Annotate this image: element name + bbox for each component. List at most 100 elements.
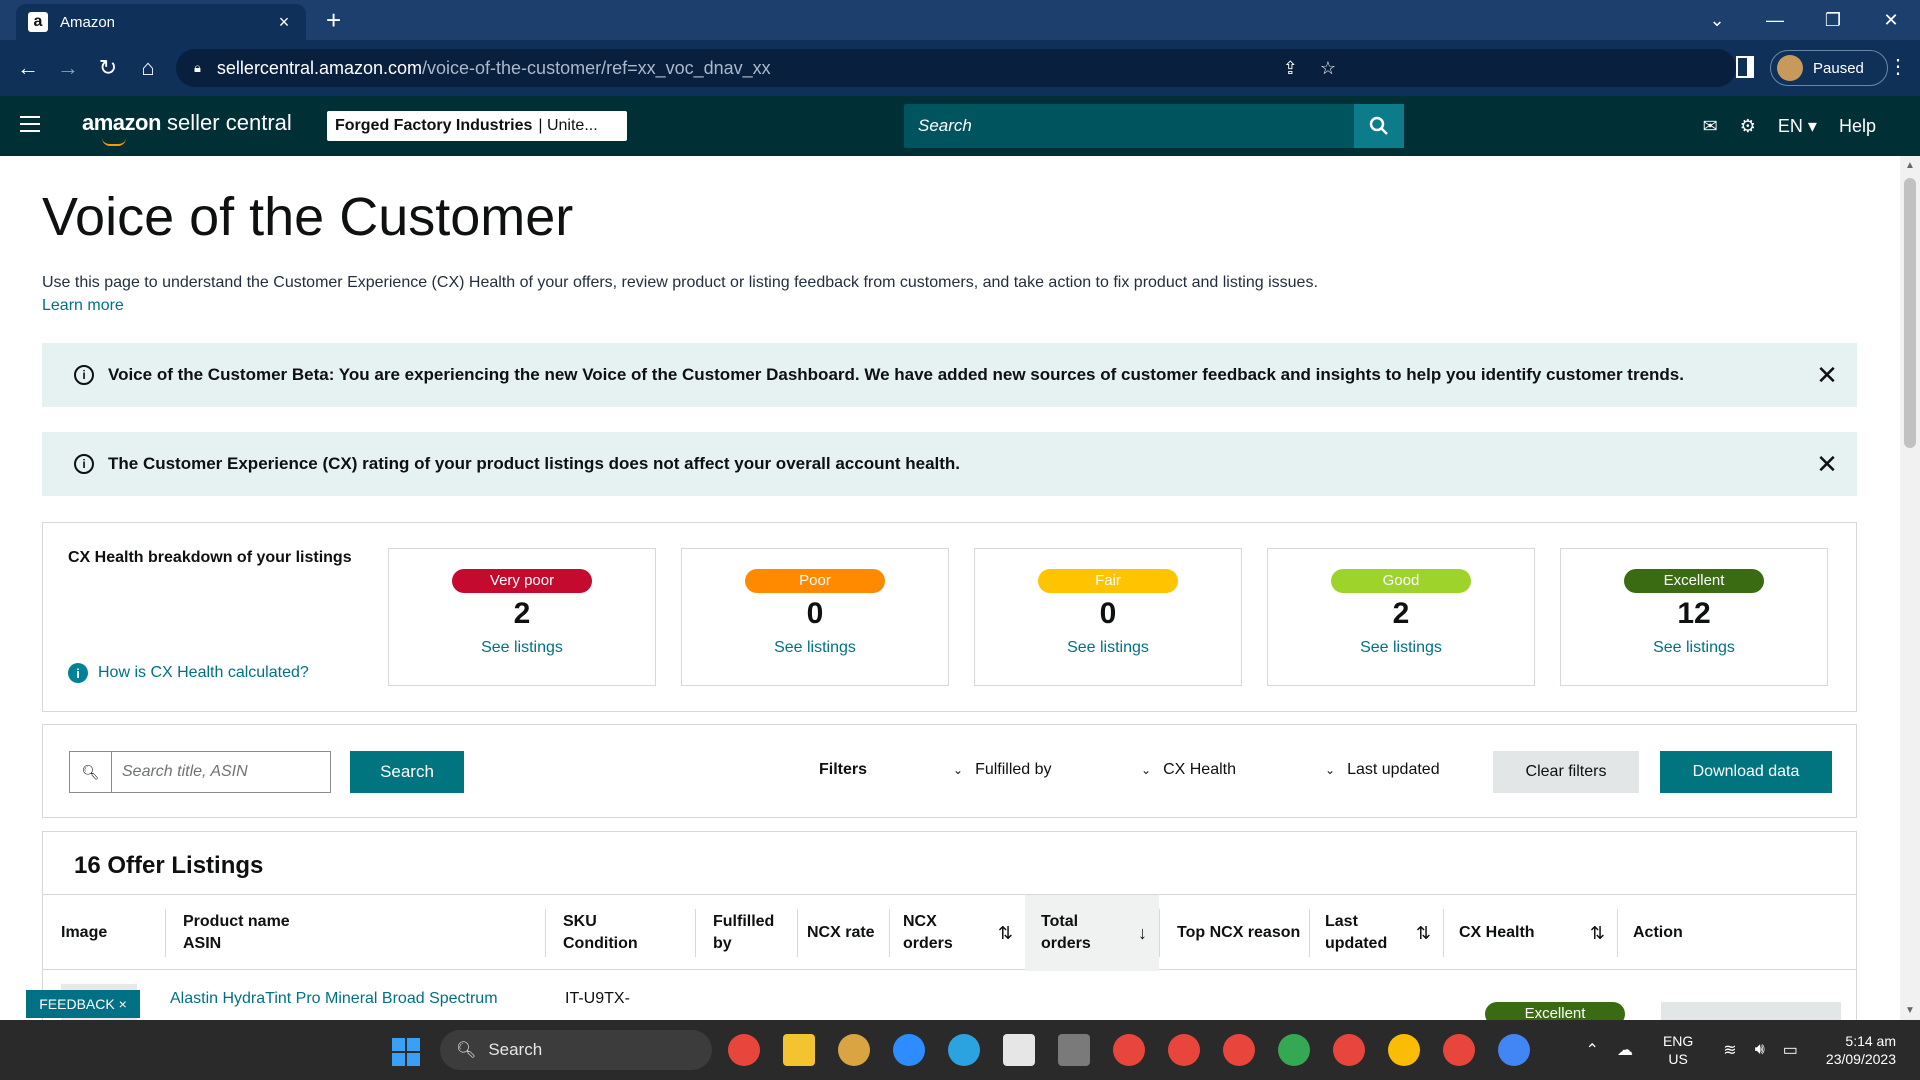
info-icon: i — [68, 663, 88, 683]
app-icon[interactable] — [838, 1034, 870, 1066]
chrome-profile-icon[interactable] — [1388, 1034, 1420, 1066]
help-link[interactable]: Help — [1839, 116, 1876, 137]
cx-bucket-poor: Poor 0 See listings — [681, 548, 949, 686]
search-icon — [1369, 116, 1388, 135]
chrome-profile-icon[interactable] — [1223, 1034, 1255, 1066]
feedback-button[interactable]: FEEDBACK × — [26, 990, 140, 1018]
windows-start-icon[interactable] — [392, 1038, 420, 1066]
column-divider — [1443, 909, 1444, 957]
scrollbar-thumb[interactable] — [1904, 178, 1916, 448]
gear-icon[interactable]: ⚙ — [1740, 116, 1756, 137]
cx-count: 2 — [513, 597, 531, 630]
close-beta-banner-icon[interactable]: ✕ — [1797, 360, 1857, 391]
chrome-profile-icon[interactable] — [1278, 1034, 1310, 1066]
zoom-icon[interactable] — [893, 1034, 925, 1066]
chrome-profile-icon[interactable] — [1168, 1034, 1200, 1066]
scroll-up-icon[interactable]: ▲ — [1905, 160, 1915, 171]
col-label-line: orders — [903, 935, 953, 952]
col-product: Product name ASIN — [165, 895, 545, 971]
reload-icon[interactable]: ↻ — [94, 54, 122, 82]
wifi-icon[interactable]: ≋ — [1723, 1040, 1736, 1060]
chrome-profile-icon[interactable] — [1498, 1034, 1530, 1066]
see-details-button[interactable] — [1661, 1002, 1841, 1020]
listings-title: 16 Offer Listings — [74, 852, 264, 879]
scroll-down-icon[interactable]: ▼ — [1905, 1005, 1915, 1016]
cx-count: 12 — [1677, 597, 1711, 630]
see-listings-link[interactable]: See listings — [1561, 639, 1827, 657]
col-ncx-orders[interactable]: NCX orders ⇅ — [889, 895, 1025, 971]
col-label: Image — [61, 924, 108, 941]
product-name-link[interactable]: Alastin HydraTint Pro Mineral Broad Spec… — [170, 990, 498, 1008]
minimize-icon[interactable]: — — [1746, 0, 1804, 40]
cx-health-dropdown[interactable]: ⌄ CX Health — [1141, 761, 1236, 779]
calculator-icon[interactable] — [1058, 1034, 1090, 1066]
tab-search-chevron-icon[interactable]: ⌄ — [1688, 0, 1746, 40]
file-explorer-icon[interactable] — [783, 1034, 815, 1066]
seller-central-logo[interactable]: amazon seller central — [82, 110, 292, 146]
listing-search-input[interactable]: Search title, ASIN — [112, 752, 248, 792]
show-hidden-icons-icon[interactable]: ⌃ — [1586, 1040, 1599, 1060]
header-search-input[interactable]: Search — [904, 116, 1354, 136]
url-bar[interactable]: 🔒︎ sellercentral.amazon.com /voice-of-th… — [176, 49, 1736, 87]
language-selector[interactable]: EN ▾ — [1778, 116, 1817, 137]
search-button[interactable]: Search — [350, 751, 464, 793]
chrome-icon[interactable] — [728, 1034, 760, 1066]
battery-icon[interactable]: ▭ — [1783, 1040, 1798, 1060]
onedrive-cloud-icon[interactable]: ☁ — [1617, 1040, 1633, 1060]
input-language[interactable]: ENG US — [1663, 1032, 1693, 1068]
browser-tab[interactable]: a Amazon × — [16, 4, 306, 40]
last-updated-dropdown[interactable]: ⌄ Last updated — [1325, 761, 1440, 779]
bookmark-star-icon[interactable]: ☆ — [1320, 58, 1336, 79]
browser-tab-bar: a Amazon × + ⌄ — ❐ ✕ — [0, 0, 1920, 40]
taskbar-search[interactable]: 🔍︎ Search — [440, 1030, 712, 1070]
profile-button[interactable]: Paused — [1770, 50, 1888, 86]
telegram-icon[interactable] — [948, 1034, 980, 1066]
page-scrollbar[interactable]: ▲ ▼ — [1900, 156, 1920, 1020]
clear-filters-button[interactable]: Clear filters — [1493, 751, 1639, 793]
browser-menu-icon[interactable]: ⋮ — [1888, 54, 1908, 79]
see-listings-link[interactable]: See listings — [1268, 639, 1534, 657]
col-last-updated[interactable]: Last updated ⇅ — [1309, 895, 1443, 971]
close-window-icon[interactable]: ✕ — [1862, 0, 1920, 40]
header-search-button[interactable] — [1354, 104, 1404, 148]
close-tab-icon[interactable]: × — [274, 12, 294, 33]
side-panel-icon[interactable] — [1736, 56, 1754, 78]
forward-icon[interactable]: → — [54, 54, 82, 82]
sort-descending-icon[interactable]: ↓ — [1138, 922, 1147, 944]
offer-listings: 16 Offer Listings Image Product name ASIN… — [42, 831, 1857, 1020]
see-listings-link[interactable]: See listings — [682, 639, 948, 657]
col-cx-health[interactable]: CX Health ⇅ — [1443, 895, 1617, 971]
close-cx-banner-icon[interactable]: ✕ — [1797, 449, 1857, 480]
restore-icon[interactable]: ❐ — [1804, 0, 1862, 40]
clock-date: 23/09/2023 — [1825, 1051, 1896, 1067]
account-name: Forged Factory Industries — [335, 117, 533, 134]
chevron-down-icon: ⌄ — [953, 763, 964, 777]
listing-search-field[interactable]: 🔍︎ Search title, ASIN — [69, 751, 331, 793]
snipping-tool-icon[interactable] — [1003, 1034, 1035, 1066]
mail-icon[interactable]: ✉ — [1703, 116, 1718, 137]
clock[interactable]: 5:14 am 23/09/2023 — [1826, 1032, 1896, 1068]
back-icon[interactable]: ← — [14, 54, 42, 82]
sort-icon[interactable]: ⇅ — [1416, 922, 1431, 944]
see-listings-link[interactable]: See listings — [975, 639, 1241, 657]
volume-icon[interactable]: 🔊︎ — [1755, 1041, 1765, 1059]
chrome-profile-icon[interactable] — [1333, 1034, 1365, 1066]
cx-how-link[interactable]: i How is CX Health calculated? — [68, 663, 309, 683]
home-icon[interactable]: ⌂ — [134, 54, 162, 82]
learn-more-link[interactable]: Learn more — [42, 297, 124, 315]
col-label-line: Total — [1041, 913, 1079, 930]
see-listings-link[interactable]: See listings — [389, 639, 655, 657]
hamburger-menu-icon[interactable] — [20, 116, 40, 137]
chrome-profile-icon[interactable] — [1443, 1034, 1475, 1066]
col-label-line: SKU — [563, 913, 597, 930]
account-switcher[interactable]: Forged Factory Industries | Unite... — [327, 111, 627, 141]
share-icon[interactable]: ⇪ — [1283, 58, 1298, 79]
fulfilled-by-dropdown[interactable]: ⌄ Fulfilled by — [953, 761, 1052, 779]
col-image: Image — [61, 895, 151, 971]
download-data-button[interactable]: Download data — [1660, 751, 1832, 793]
chrome-profile-icon[interactable] — [1113, 1034, 1145, 1066]
sort-icon[interactable]: ⇅ — [998, 922, 1013, 944]
sort-icon[interactable]: ⇅ — [1590, 922, 1605, 944]
col-total-orders[interactable]: Total orders ↓ — [1025, 895, 1159, 971]
new-tab-icon[interactable]: + — [326, 7, 341, 33]
